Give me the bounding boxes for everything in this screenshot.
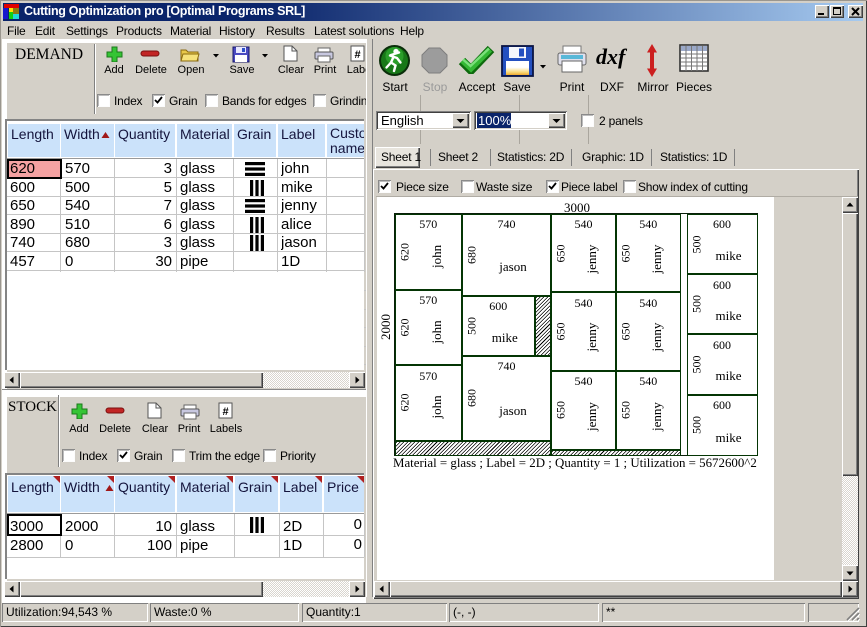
svg-text:#: # [222,406,228,418]
svg-text:#: # [354,49,360,61]
